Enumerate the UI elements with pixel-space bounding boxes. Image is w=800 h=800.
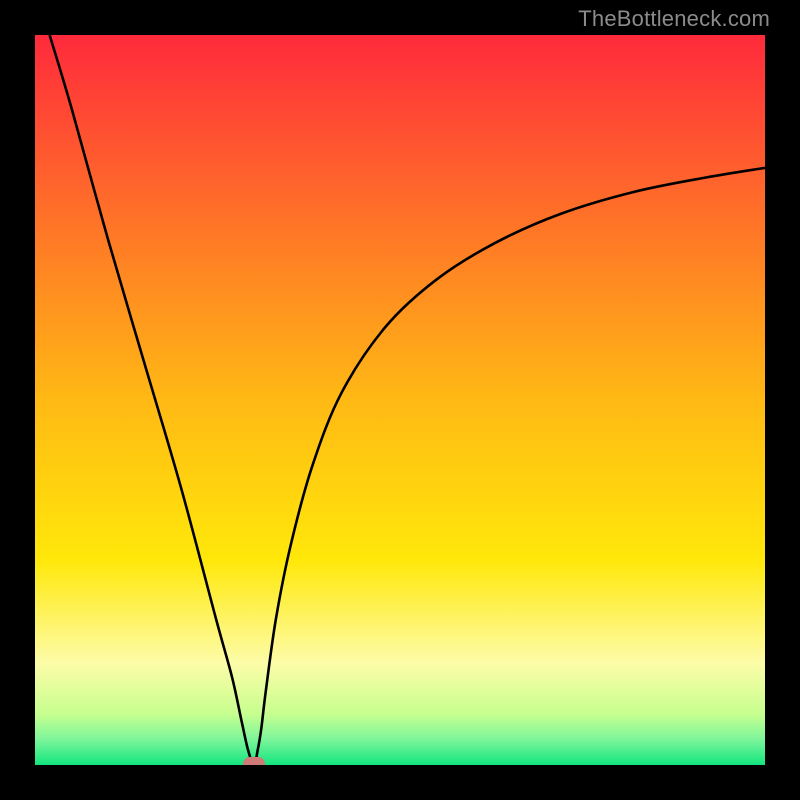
chart-frame: TheBottleneck.com <box>0 0 800 800</box>
gradient-background <box>35 35 765 765</box>
min-marker <box>243 757 265 765</box>
watermark-text: TheBottleneck.com <box>578 6 770 32</box>
chart-svg <box>35 35 765 765</box>
plot-area <box>35 35 765 765</box>
